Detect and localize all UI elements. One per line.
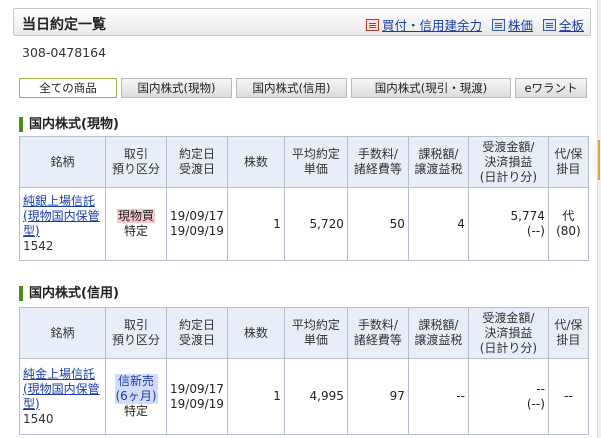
stock-link[interactable]: 純銀上場信託(現物国内保管型) — [23, 194, 100, 238]
stock-link[interactable]: 純金上場信託(現物国内保管型) — [23, 367, 100, 411]
cell-tax: 4 — [407, 187, 469, 261]
tab-domestic-cash[interactable]: 国内株式(現物) — [121, 78, 232, 98]
col-header-amount: 受渡金額/決済損益 (日計り分) — [467, 136, 549, 188]
col-header-shares: 株数 — [226, 307, 285, 359]
col-header-trade-type: 取引 預り区分 — [105, 307, 167, 359]
scrollbar-marker — [598, 140, 600, 180]
page-header: 当日約定一覧 買付・信用建余力 株価 全板 — [13, 8, 591, 36]
col-header-amount: 受渡金額/決済損益 (日計り分) — [467, 307, 549, 359]
scrollbar-track[interactable] — [597, 0, 601, 438]
trade-type-badge: 現物買 — [116, 209, 155, 223]
col-header-shares: 株数 — [226, 136, 285, 188]
custody-type: 特定 — [123, 404, 148, 418]
col-header-tax: 課税額/譲渡益税 — [407, 307, 469, 359]
account-number: 308-0478164 — [22, 45, 107, 60]
cell-shares: 1 — [226, 187, 285, 261]
col-header-margin: 代/保 掛目 — [547, 307, 589, 359]
col-header-dates: 約定日 受渡日 — [166, 307, 228, 359]
cell-margin: -- — [547, 358, 589, 435]
buying-power-link[interactable]: 買付・信用建余力 — [365, 15, 482, 34]
tab-all-products[interactable]: 全ての商品 — [19, 78, 117, 98]
tab-ewarrant[interactable]: eワラント — [515, 78, 587, 98]
cell-trade-type: 現物買 特定 — [105, 187, 167, 261]
col-header-price: 平均約定 単価 — [283, 307, 348, 359]
col-header-fee: 手数料/諸経費等 — [346, 307, 409, 359]
page-title: 当日約定一覧 — [22, 17, 106, 33]
custody-type: 特定 — [123, 224, 148, 238]
table-header-row: 銘柄 取引 預り区分 約定日 受渡日 株数 平均約定 単価 手数料/諸経費等 課税額/… — [19, 136, 589, 188]
product-tabs: 全ての商品 国内株式(現物) 国内株式(信用) 国内株式(現引・現渡) eワラン… — [19, 78, 591, 98]
table-row: 純金上場信託(現物国内保管型) 1540 信新売 (6ヶ月) 特定 19/09/… — [19, 358, 589, 435]
tab-domestic-delivery[interactable]: 国内株式(現引・現渡) — [351, 78, 511, 98]
cell-tax: -- — [407, 358, 469, 435]
section-title-cash: 国内株式(現物) — [19, 117, 119, 132]
table-header-row: 銘柄 取引 預り区分 約定日 受渡日 株数 平均約定 単価 手数料/諸経費等 課税額/… — [19, 307, 589, 359]
cell-shares: 1 — [226, 358, 285, 435]
stock-code: 1542 — [23, 239, 54, 253]
cell-name: 純銀上場信託(現物国内保管型) 1542 — [19, 187, 106, 261]
col-header-fee: 手数料/諸経費等 — [346, 136, 409, 188]
stock-price-link[interactable]: 株価 — [491, 15, 533, 34]
list-icon — [491, 18, 505, 31]
cell-fee: 50 — [346, 187, 409, 261]
cell-trade-type: 信新売 (6ヶ月) 特定 — [105, 358, 167, 435]
section-title-margin: 国内株式(信用) — [19, 286, 119, 301]
board-icon — [542, 18, 556, 31]
cell-dates: 19/09/17 19/09/19 — [166, 358, 228, 435]
stock-code: 1540 — [23, 411, 54, 426]
tab-domestic-margin[interactable]: 国内株式(信用) — [236, 78, 347, 98]
table-row: 純銀上場信託(現物国内保管型) 1542 現物買 特定 19/09/17 19/… — [19, 187, 589, 261]
col-header-name: 銘柄 — [19, 307, 106, 359]
cell-dates: 19/09/17 19/09/19 — [166, 187, 228, 261]
cell-name: 純金上場信託(現物国内保管型) 1540 — [19, 358, 106, 435]
report-icon — [365, 18, 379, 31]
col-header-name: 銘柄 — [19, 136, 106, 188]
margin-trades-table: 銘柄 取引 預り区分 約定日 受渡日 株数 平均約定 単価 手数料/諸経費等 課税額/… — [19, 307, 589, 435]
cash-trades-table: 銘柄 取引 預り区分 約定日 受渡日 株数 平均約定 単価 手数料/諸経費等 課税額/… — [19, 136, 589, 261]
header-links: 買付・信用建余力 株価 全板 — [365, 15, 584, 34]
cell-price: 4,995 — [283, 358, 348, 435]
col-header-price: 平均約定 単価 — [283, 136, 348, 188]
trade-type-badge: 信新売 (6ヶ月) — [114, 374, 158, 404]
col-header-trade-type: 取引 預り区分 — [105, 136, 167, 188]
col-header-margin: 代/保 掛目 — [547, 136, 589, 188]
col-header-dates: 約定日 受渡日 — [166, 136, 228, 188]
cell-amount: 5,774 (--) — [467, 187, 549, 261]
col-header-tax: 課税額/譲渡益税 — [407, 136, 469, 188]
cell-margin: 代 (80) — [547, 187, 589, 261]
cell-amount: -- (--) — [467, 358, 549, 435]
cell-fee: 97 — [346, 358, 409, 435]
full-board-link[interactable]: 全板 — [542, 15, 584, 34]
cell-price: 5,720 — [283, 187, 348, 261]
